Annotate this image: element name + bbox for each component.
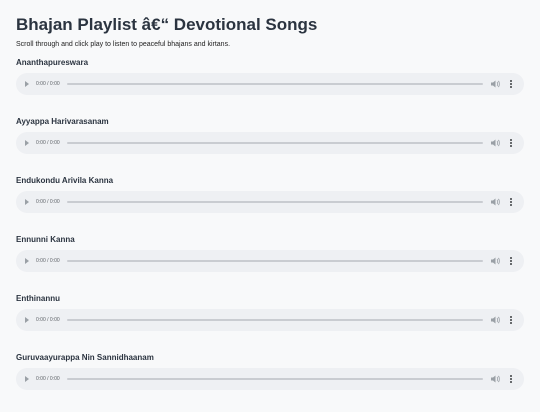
play-icon[interactable]	[25, 258, 29, 264]
volume-icon[interactable]	[491, 316, 500, 324]
play-icon[interactable]	[25, 376, 29, 382]
song-item: Enthinannu 0:00 / 0:00	[16, 294, 524, 353]
volume-icon[interactable]	[491, 139, 500, 147]
page: Bhajan Playlist â€“ Devotional Songs Scr…	[0, 0, 540, 412]
play-icon[interactable]	[25, 199, 29, 205]
more-options-icon[interactable]	[508, 79, 514, 89]
audio-player[interactable]: 0:00 / 0:00	[16, 309, 524, 331]
audio-player[interactable]: 0:00 / 0:00	[16, 73, 524, 95]
song-item: Endukondu Arivila Kanna 0:00 / 0:00	[16, 176, 524, 235]
more-options-icon[interactable]	[508, 197, 514, 207]
more-options-icon[interactable]	[508, 256, 514, 266]
audio-player[interactable]: 0:00 / 0:00	[16, 191, 524, 213]
audio-player[interactable]: 0:00 / 0:00	[16, 368, 524, 390]
song-title: Enthinannu	[16, 294, 60, 303]
page-subtitle: Scroll through and click play to listen …	[16, 41, 231, 48]
progress-track[interactable]	[66, 260, 483, 262]
song-item: Ayyappa Harivarasanam 0:00 / 0:00	[16, 117, 524, 176]
volume-icon[interactable]	[491, 198, 500, 206]
more-options-icon[interactable]	[508, 315, 514, 325]
time-display: 0:00 / 0:00	[36, 258, 60, 264]
more-options-icon[interactable]	[508, 374, 514, 384]
volume-icon[interactable]	[491, 257, 500, 265]
time-display: 0:00 / 0:00	[36, 199, 60, 205]
audio-player[interactable]: 0:00 / 0:00	[16, 132, 524, 154]
time-display: 0:00 / 0:00	[36, 376, 60, 382]
volume-icon[interactable]	[491, 375, 500, 383]
song-title: Endukondu Arivila Kanna	[16, 176, 114, 185]
song-item: Guruvaayurappa Nin Sannidhaanam 0:00 / 0…	[16, 353, 524, 412]
more-options-icon[interactable]	[508, 138, 514, 148]
song-title: Ennunni Kanna	[16, 235, 75, 244]
song-item: Ennunni Kanna 0:00 / 0:00	[16, 235, 524, 294]
play-icon[interactable]	[25, 317, 29, 323]
page-title: Bhajan Playlist â€“ Devotional Songs	[16, 15, 318, 34]
time-display: 0:00 / 0:00	[36, 317, 60, 323]
progress-track[interactable]	[66, 319, 483, 321]
play-icon[interactable]	[25, 140, 29, 146]
song-list: Ananthapureswara 0:00 / 0:00 Ayyappa Har…	[16, 58, 524, 412]
progress-track[interactable]	[66, 83, 483, 85]
volume-icon[interactable]	[491, 80, 500, 88]
song-title: Ayyappa Harivarasanam	[16, 117, 109, 126]
progress-track[interactable]	[66, 142, 483, 144]
song-title: Ananthapureswara	[16, 58, 89, 67]
play-icon[interactable]	[25, 81, 29, 87]
song-item: Ananthapureswara 0:00 / 0:00	[16, 58, 524, 117]
progress-track[interactable]	[66, 378, 483, 380]
time-display: 0:00 / 0:00	[36, 81, 60, 87]
audio-player[interactable]: 0:00 / 0:00	[16, 250, 524, 272]
time-display: 0:00 / 0:00	[36, 140, 60, 146]
song-title: Guruvaayurappa Nin Sannidhaanam	[16, 353, 154, 362]
progress-track[interactable]	[66, 201, 483, 203]
